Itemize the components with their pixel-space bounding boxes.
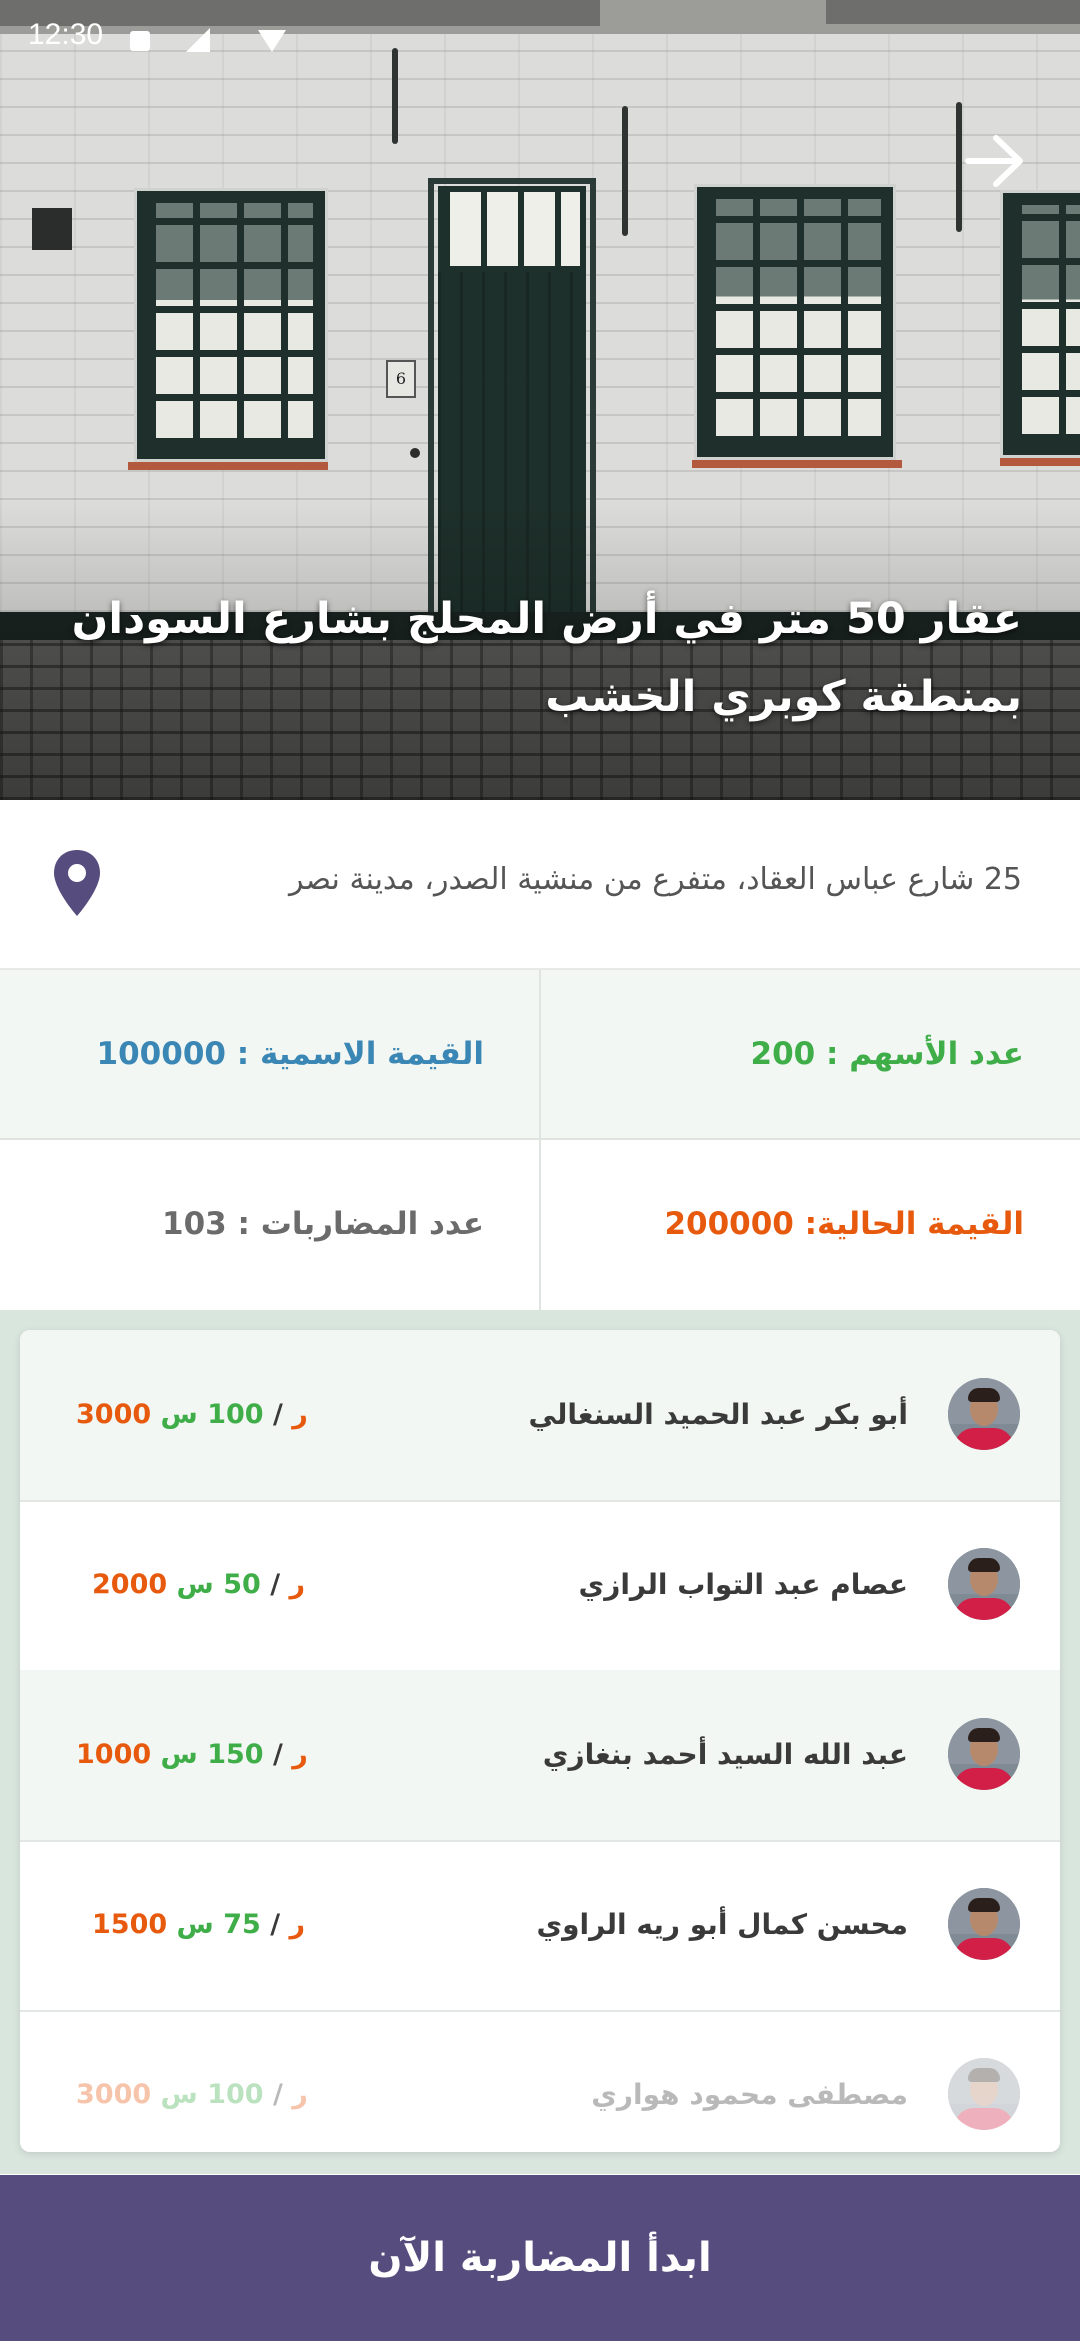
bid-shares: 150 س xyxy=(160,1739,264,1770)
address-row: 25 شارع عباس العقاد، متفرع من منشية الصد… xyxy=(0,800,1080,970)
property-stats: عدد الأسهم : 200 القيمة الاسمية : 100000… xyxy=(0,970,1080,1310)
bid-separator: / xyxy=(270,1909,281,1940)
avatar xyxy=(948,1718,1020,1790)
hero-window xyxy=(1000,190,1080,458)
hero-window xyxy=(694,184,896,460)
bidder-name: أبو بكر عبد الحميد السنغالي xyxy=(528,1398,908,1431)
wifi-icon xyxy=(258,30,286,52)
bid-amounts: 2000 ر / 50 س xyxy=(92,1500,392,1670)
bid-shares: 100 س xyxy=(160,1399,264,1430)
bids-list[interactable]: أبو بكر عبد الحميد السنغالي 3000 ر / 100… xyxy=(20,1330,1060,2152)
bid-amounts: 3000 ر / 100 س xyxy=(76,2010,376,2152)
house-number-plate: 6 xyxy=(386,360,416,398)
bid-amounts: 1000 ر / 150 س xyxy=(76,1670,376,1840)
hero-sill xyxy=(1000,458,1080,466)
hero-pipe xyxy=(622,106,628,236)
bid-amounts: 3000 ر / 100 س xyxy=(76,1330,376,1500)
avatar xyxy=(948,1378,1020,1450)
hero-bell xyxy=(410,448,420,458)
bid-shares: 100 س xyxy=(160,2079,264,2110)
bid-amounts: 1500 ر / 75 س xyxy=(92,1840,392,2010)
avatar xyxy=(948,1548,1020,1620)
bid-row[interactable]: عبد الله السيد أحمد بنغازي 1000 ر / 150 … xyxy=(20,1670,1060,1842)
property-title: عقار 50 متر في أرض المحلج بشارع السودان … xyxy=(71,594,1022,722)
hero-transom xyxy=(438,186,586,272)
bidder-name: مصطفى محمود هواري xyxy=(591,2078,908,2111)
current-value: القيمة الحالية: 200000 xyxy=(664,1206,1024,1242)
notification-icon xyxy=(130,31,150,51)
speculations-count: عدد المضاربات : 103 xyxy=(162,1206,484,1242)
avatar xyxy=(948,2058,1020,2130)
nominal-value: القيمة الاسمية : 100000 xyxy=(96,1036,484,1072)
start-speculation-button[interactable]: ابدأ المضاربة الآن xyxy=(0,2175,1080,2341)
bidder-name: عصام عبد التواب الرازي xyxy=(578,1568,908,1601)
bid-shares: 75 س xyxy=(176,1909,261,1940)
bid-separator: / xyxy=(273,1399,283,1430)
hero-vent xyxy=(32,208,72,250)
bid-row[interactable]: محسن كمال أبو ريه الراوي 1500 ر / 75 س xyxy=(20,1840,1060,2012)
bidder-name: عبد الله السيد أحمد بنغازي xyxy=(542,1738,908,1771)
bid-row[interactable]: أبو بكر عبد الحميد السنغالي 3000 ر / 100… xyxy=(20,1330,1060,1502)
shares-count: عدد الأسهم : 200 xyxy=(750,1036,1024,1072)
status-bar: 12:30 xyxy=(0,0,1080,74)
signal-icon xyxy=(186,28,210,52)
stats-divider xyxy=(539,970,541,1310)
bid-separator: / xyxy=(273,2079,283,2110)
bidder-name: محسن كمال أبو ريه الراوي xyxy=(536,1908,908,1941)
hero-sill xyxy=(692,460,902,468)
arrow-right-icon[interactable] xyxy=(960,126,1030,196)
status-time: 12:30 xyxy=(28,18,104,51)
bid-row[interactable]: مصطفى محمود هواري 3000 ر / 100 س xyxy=(20,2010,1060,2152)
hero-window xyxy=(134,188,328,462)
bid-row[interactable]: عصام عبد التواب الرازي 2000 ر / 50 س xyxy=(20,1500,1060,1672)
bid-shares: 50 س xyxy=(176,1569,261,1600)
property-hero-image: 6 12:30 عقار 50 متر في أرض المحلج بشارع … xyxy=(0,0,1080,800)
bid-separator: / xyxy=(273,1739,283,1770)
avatar xyxy=(948,1888,1020,1960)
bid-separator: / xyxy=(270,1569,281,1600)
hero-sill xyxy=(128,462,328,470)
map-pin-icon[interactable] xyxy=(52,848,102,918)
address-text: 25 شارع عباس العقاد، متفرع من منشية الصد… xyxy=(288,862,1022,897)
